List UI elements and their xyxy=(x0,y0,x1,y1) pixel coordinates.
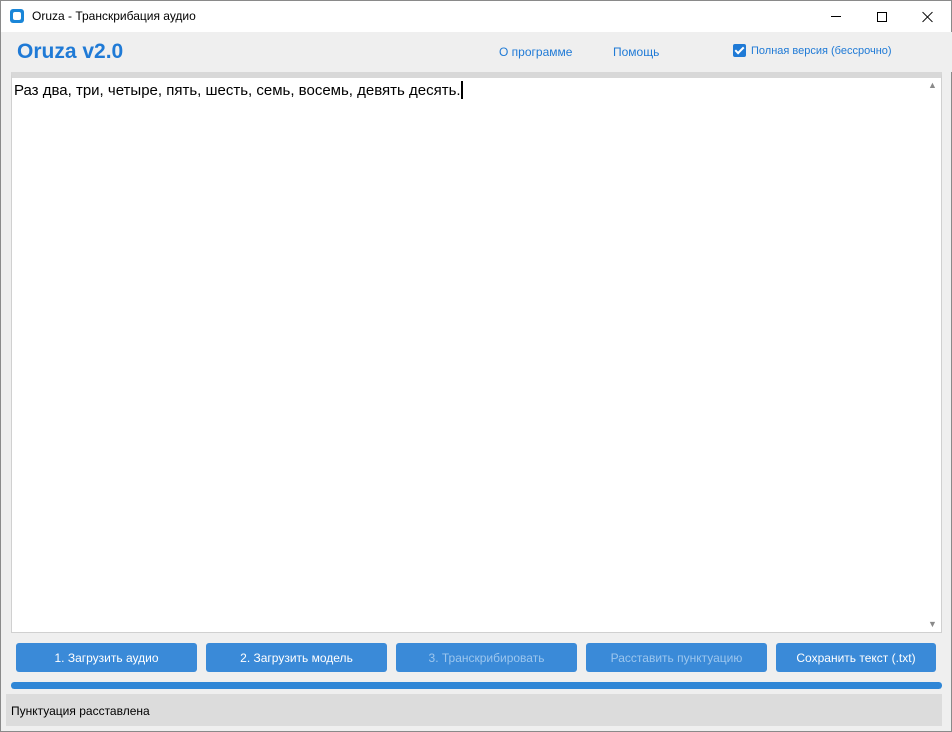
status-text: Пунктуация расставлена xyxy=(11,704,150,718)
maximize-icon xyxy=(877,11,887,22)
help-link[interactable]: Помощь xyxy=(613,45,659,59)
progress-fill xyxy=(11,682,942,689)
transcript-textarea[interactable]: Раз два, три, четыре, пять, шесть, семь,… xyxy=(11,72,942,633)
progress-bar xyxy=(11,682,942,689)
about-link[interactable]: О программе xyxy=(499,45,572,59)
checkbox-checked-icon[interactable] xyxy=(733,44,746,57)
maximize-button[interactable] xyxy=(859,1,905,32)
app-window: Oruza - Транскрибация аудио Oruza v2.0 О… xyxy=(0,0,952,732)
minimize-button[interactable] xyxy=(813,1,859,32)
load-model-button[interactable]: 2. Загрузить модель xyxy=(206,643,387,672)
transcript-text[interactable]: Раз два, три, четыре, пять, шесть, семь,… xyxy=(14,81,463,99)
text-caret xyxy=(460,81,463,99)
transcript-text-value: Раз два, три, четыре, пять, шесть, семь,… xyxy=(14,82,461,99)
title-bar[interactable]: Oruza - Транскрибация аудио xyxy=(1,1,951,32)
app-icon xyxy=(10,9,24,23)
scroll-down-icon[interactable]: ▼ xyxy=(928,620,937,629)
status-bar: Пунктуация расставлена xyxy=(6,694,942,726)
app-header: Oruza v2.0 О программе Помощь Полная вер… xyxy=(2,32,952,72)
load-audio-button[interactable]: 1. Загрузить аудио xyxy=(16,643,197,672)
vertical-scrollbar[interactable]: ▲ ▼ xyxy=(924,78,941,632)
save-text-button[interactable]: Сохранить текст (.txt) xyxy=(776,643,936,672)
app-title: Oruza v2.0 xyxy=(17,40,124,63)
minimize-icon xyxy=(831,16,841,17)
action-buttons: 1. Загрузить аудио 2. Загрузить модель 3… xyxy=(16,643,938,673)
scroll-up-icon[interactable]: ▲ xyxy=(928,81,937,90)
full-version-checkbox[interactable]: Полная версия (бессрочно) xyxy=(733,44,892,57)
punctuate-button[interactable]: Расставить пунктуацию xyxy=(586,643,767,672)
transcribe-button[interactable]: 3. Транскрибировать xyxy=(396,643,577,672)
close-icon xyxy=(922,11,934,23)
window-title: Oruza - Транскрибация аудио xyxy=(32,9,196,23)
close-button[interactable] xyxy=(905,1,951,32)
full-version-label: Полная версия (бессрочно) xyxy=(751,44,892,57)
